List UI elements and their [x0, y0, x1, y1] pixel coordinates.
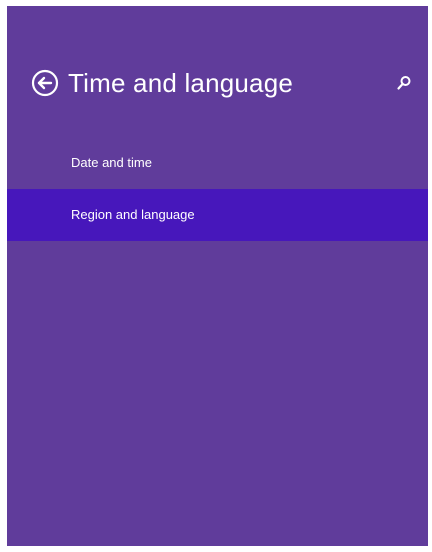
back-button[interactable]: [31, 69, 59, 97]
nav-item-label: Region and language: [71, 207, 195, 222]
header: Time and language: [7, 64, 428, 104]
settings-pane: Time and language Date and time Region a…: [7, 6, 428, 546]
nav-item-region-and-language[interactable]: Region and language: [7, 189, 428, 241]
back-arrow-circle-icon: [31, 69, 59, 97]
nav-item-date-and-time[interactable]: Date and time: [7, 137, 428, 189]
nav-item-label: Date and time: [71, 155, 152, 170]
page-title: Time and language: [68, 68, 294, 98]
nav-list: Date and time Region and language: [7, 137, 428, 241]
search-button[interactable]: [395, 74, 413, 92]
search-icon: [397, 76, 411, 90]
